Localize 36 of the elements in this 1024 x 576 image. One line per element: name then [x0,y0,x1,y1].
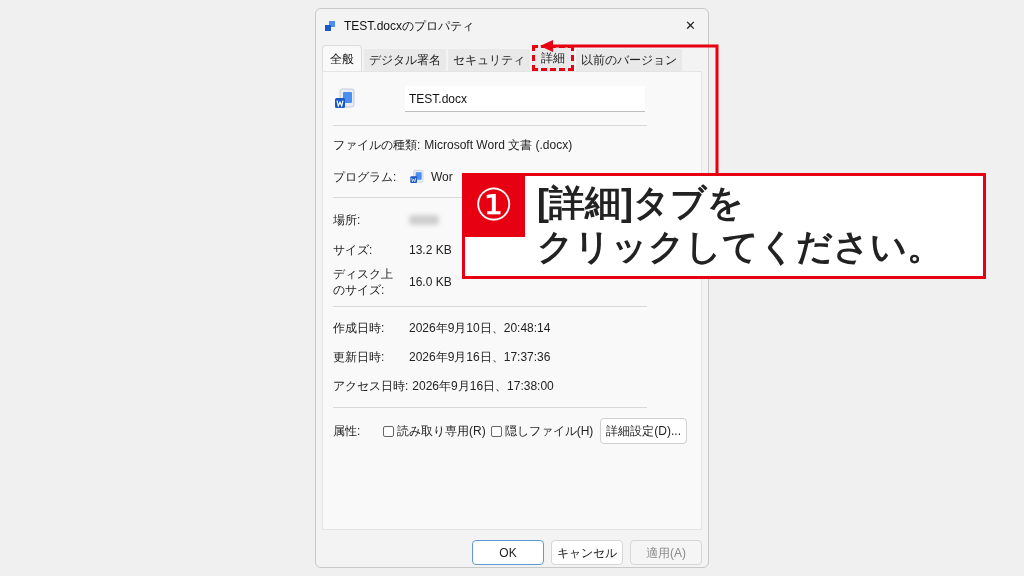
checkbox[interactable] [490,425,502,437]
tab[interactable]: セキュリティ [448,49,530,71]
dialog-button[interactable]: OK [472,540,544,565]
size-on-disk-value: 16.0 KB [409,274,452,290]
tab[interactable]: 以前のバージョン [576,49,682,71]
field-label: ファイルの種類: [333,137,421,153]
file-name-field[interactable]: TEST.docx [405,86,645,112]
dialog-button[interactable]: キャンセル [551,540,623,565]
checkbox[interactable] [383,425,394,437]
field-label: ディスク上のサイズ: [333,266,394,298]
file-properties-icon [324,20,336,32]
date-value: 2026年9月10日、20:48:14 [409,320,551,336]
word-document-icon [409,168,425,186]
step-number: ① [474,183,513,227]
window-title: TEST.docxのプロパティ [344,18,475,35]
date-value: 2026年9月16日、17:38:00 [412,378,554,394]
callout-text: [詳細]タブを [537,181,745,225]
date-value: 2026年9月16日、17:37:36 [409,349,551,365]
tab[interactable]: 全般 [322,45,362,71]
checkbox-label: 読み取り専用(R) [397,423,486,439]
advanced-button[interactable]: 詳細設定(D)... [600,418,687,444]
blurred-path [409,215,439,225]
checkbox-label: 隠しファイル(H) [504,423,594,439]
field-label: サイズ: [333,242,374,258]
tab[interactable]: デジタル署名 [364,49,446,71]
field-label: 場所: [333,212,362,228]
file-type-value: Microsoft Word 文書 (.docx) [424,137,573,153]
callout-text: クリックしてください。 [537,225,943,269]
close-button[interactable]: ✕ [685,16,696,36]
field-label: アクセス日時: [333,378,409,394]
field-label: 属性: [333,423,362,439]
field-label: 作成日時: [333,320,386,336]
program-value: Wor [431,169,453,185]
size-value: 13.2 KB [409,242,452,258]
field-label: 更新日時: [333,349,386,365]
field-label: プログラム: [333,169,398,185]
